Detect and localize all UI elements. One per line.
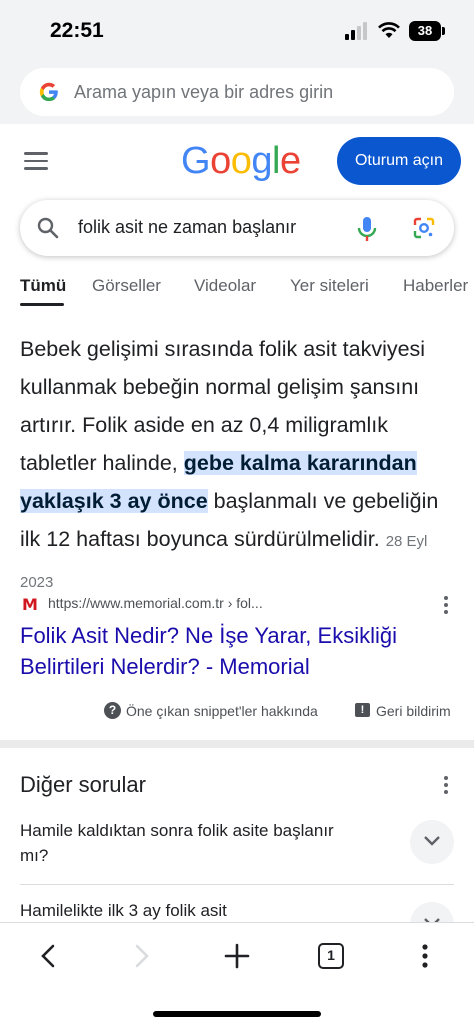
question-divider: [20, 884, 454, 885]
tab-images[interactable]: Görseller: [92, 276, 161, 296]
more-menu-icon[interactable]: [410, 941, 440, 971]
result-source[interactable]: M https://www.memorial.com.tr › fol...: [20, 594, 456, 614]
logo-letter: o: [230, 140, 252, 182]
address-placeholder: Arama yapın veya bir adres girin: [74, 82, 334, 102]
section-divider: [0, 740, 474, 748]
active-tab-indicator: [20, 303, 64, 306]
feedback-link[interactable]: Geri bildirim: [376, 703, 451, 719]
google-g-icon: [39, 82, 58, 102]
hamburger-menu-icon[interactable]: [24, 152, 48, 172]
tab-videos[interactable]: Videolar: [194, 276, 256, 296]
logo-letter: o: [210, 140, 231, 182]
memorial-favicon-icon: M: [22, 595, 38, 614]
tab-switcher-button[interactable]: 1: [318, 943, 344, 969]
logo-letter: G: [181, 140, 211, 182]
signin-button[interactable]: Oturum açın: [337, 137, 461, 185]
more-options-icon[interactable]: [444, 596, 448, 614]
chevron-down-icon[interactable]: [410, 820, 454, 864]
result-url[interactable]: https://www.memorial.com.tr › fol...: [48, 595, 263, 611]
address-bar[interactable]: Arama yapın veya bir adres girin: [20, 68, 454, 116]
feedback-icon[interactable]: !: [355, 703, 370, 717]
result-title-link[interactable]: Folik Asit Nedir? Ne İşe Yarar, Eksikliğ…: [20, 620, 460, 682]
browser-toolbar: Arama yapın veya bir adres girin: [0, 58, 474, 124]
new-tab-icon[interactable]: [222, 941, 252, 971]
other-questions-menu-icon[interactable]: [444, 776, 448, 794]
logo-letter: l: [271, 140, 280, 182]
status-time: 22:51: [50, 19, 104, 42]
question-item[interactable]: Hamile kaldıktan sonra folik asite başla…: [20, 818, 350, 868]
home-indicator: [153, 1011, 321, 1017]
help-icon[interactable]: ?: [104, 702, 121, 719]
battery-icon: 38: [409, 21, 441, 41]
google-logo[interactable]: Google: [181, 140, 301, 183]
search-tabs: Tümü Görseller Videolar Yer siteleri Hab…: [0, 264, 474, 310]
google-lens-icon[interactable]: [412, 216, 436, 240]
logo-letter: e: [279, 140, 301, 182]
question-item[interactable]: Hamilelikte ilk 3 ay folik asit: [20, 898, 350, 923]
search-input[interactable]: folik asit ne zaman başlanır: [78, 217, 296, 238]
search-box[interactable]: folik asit ne zaman başlanır: [20, 200, 454, 256]
tab-news[interactable]: Haberler: [403, 276, 468, 296]
forward-icon[interactable]: [126, 941, 156, 971]
battery-tip: [442, 27, 445, 35]
status-bar: 22:51 38: [0, 0, 474, 58]
cellular-signal-icon: [345, 22, 367, 40]
tab-all[interactable]: Tümü: [20, 276, 66, 296]
other-questions-title: Diğer sorular: [20, 772, 146, 797]
wifi-icon: [378, 22, 400, 38]
back-icon[interactable]: [34, 941, 64, 971]
logo-letter: g: [251, 140, 272, 182]
tab-websites[interactable]: Yer siteleri: [290, 276, 369, 296]
microphone-icon[interactable]: [356, 215, 378, 243]
about-snippets-link[interactable]: Öne çıkan snippet'ler hakkında: [126, 703, 318, 719]
browser-bottom-bar: 1: [0, 922, 474, 1024]
featured-snippet-text: Bebek gelişimi sırasında folik asit takv…: [20, 330, 456, 602]
search-icon[interactable]: [36, 216, 60, 240]
